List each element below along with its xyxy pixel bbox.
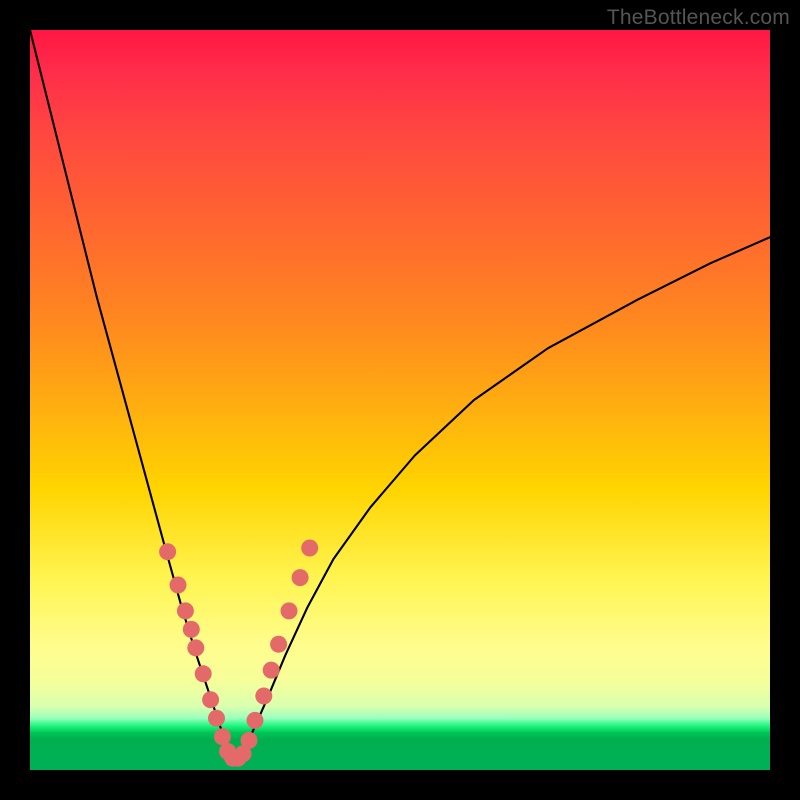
marker-dot: [208, 710, 225, 727]
marker-dot: [301, 540, 318, 557]
marker-dot: [183, 621, 200, 638]
marker-dot: [170, 577, 187, 594]
marker-dot: [281, 602, 298, 619]
marker-dot: [270, 636, 287, 653]
marker-dot: [247, 712, 264, 729]
marker-dot: [177, 602, 194, 619]
bottleneck-curve: [30, 30, 770, 757]
chart-overlay: [30, 30, 770, 770]
marker-dot: [159, 543, 176, 560]
marker-dot: [195, 665, 212, 682]
marker-dot: [263, 662, 280, 679]
marker-dot: [255, 688, 272, 705]
marker-dot: [202, 691, 219, 708]
marker-dot: [292, 569, 309, 586]
chart-frame: TheBottleneck.com: [0, 0, 800, 800]
marker-group: [159, 540, 318, 767]
watermark-text: TheBottleneck.com: [607, 6, 790, 30]
marker-dot: [241, 732, 258, 749]
marker-dot: [187, 639, 204, 656]
marker-dot: [214, 728, 231, 745]
